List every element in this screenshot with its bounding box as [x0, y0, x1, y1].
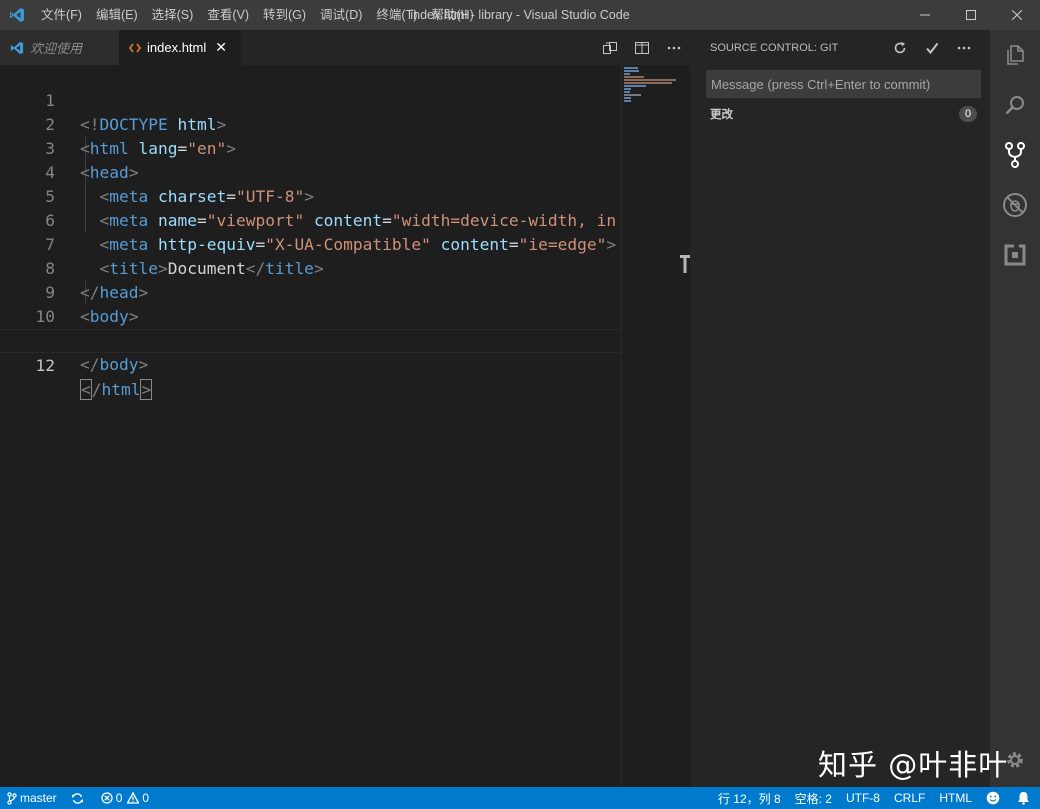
bell-icon — [1018, 792, 1029, 805]
vscode-tab-icon — [10, 41, 24, 55]
code-line: 11 </body> — [0, 305, 621, 374]
cursor-position[interactable]: 行 12，列 8 — [711, 787, 788, 809]
minimap[interactable] — [621, 65, 676, 787]
html-file-icon — [129, 43, 141, 53]
smiley-icon — [986, 791, 1000, 805]
code-line: 6 <meta http-equiv="X-UA-Compatible" con… — [0, 185, 621, 254]
sync-button[interactable] — [64, 787, 94, 809]
language-mode[interactable]: HTML — [932, 787, 979, 809]
changes-count-badge: 0 — [959, 106, 977, 122]
code-line: 4 <meta charset="UTF-8"> — [0, 137, 621, 206]
indentation[interactable]: 空格: 2 — [788, 787, 839, 809]
activity-explorer[interactable] — [990, 30, 1040, 80]
code-line: 9 <body> — [0, 257, 621, 326]
code-editor[interactable]: 1 <!DOCTYPE html> 2 <html lang="en"> 3 <… — [0, 65, 690, 787]
split-editor-button[interactable] — [626, 30, 658, 65]
close-icon — [1012, 10, 1022, 20]
source-control-icon — [1005, 142, 1025, 168]
changes-label: 更改 — [710, 109, 733, 121]
line-number: 12 — [35, 356, 56, 375]
code-line-current: 12 </html> — [0, 329, 621, 400]
menu-view[interactable]: 查看(V) — [200, 0, 256, 30]
error-icon — [101, 792, 113, 804]
window-title: index.html - library - Visual Studio Cod… — [410, 8, 630, 22]
tab-welcome[interactable]: 欢迎使用 — [0, 30, 119, 65]
ellipsis-icon — [957, 46, 971, 49]
line-content: </body> — [80, 355, 149, 374]
editor-actions — [594, 30, 690, 65]
menu-debug[interactable]: 调试(D) — [313, 0, 369, 30]
sidebar-actions — [884, 30, 980, 65]
menu-go[interactable]: 转到(G) — [256, 0, 313, 30]
minimize-icon — [920, 14, 930, 16]
title-bar: 文件(F) 编辑(E) 选择(S) 查看(V) 转到(G) 调试(D) 终端(T… — [0, 0, 1040, 30]
activity-bar — [990, 30, 1040, 787]
git-branch-icon — [7, 791, 17, 805]
commit-message-input[interactable] — [706, 70, 981, 98]
feedback-button[interactable] — [979, 787, 1010, 809]
activity-source-control[interactable] — [990, 130, 1040, 180]
more-actions-button[interactable] — [658, 30, 690, 65]
code-line: 5 <meta name="viewport" content="width=d… — [0, 161, 621, 230]
status-bar: master 0 0 行 12，列 8 空格: 2 UTF-8 CRLF HTM… — [0, 787, 1040, 809]
maximize-button[interactable] — [948, 0, 994, 30]
window-controls — [902, 0, 1040, 30]
sidebar-title: SOURCE CONTROL: GIT — [710, 41, 839, 54]
refresh-button[interactable] — [884, 30, 916, 65]
sync-icon — [71, 792, 83, 804]
open-changes-icon — [603, 41, 617, 54]
ellipsis-icon — [667, 46, 681, 49]
tab-index-html[interactable]: index.html ✕ — [119, 30, 241, 65]
open-changes-button[interactable] — [594, 30, 626, 65]
tab-label: index.html — [147, 40, 207, 55]
minimize-button[interactable] — [902, 0, 948, 30]
commit-button[interactable] — [916, 30, 948, 65]
watermark-text: 知乎 @叶非叶 — [818, 748, 1009, 782]
source-control-panel: SOURCE CONTROL: GIT 更改 0 — [690, 30, 990, 787]
tab-label: 欢迎使用 — [30, 41, 83, 56]
activity-extensions[interactable] — [990, 230, 1040, 280]
error-count: 0 — [115, 791, 123, 805]
more-actions-button[interactable] — [948, 30, 980, 65]
sidebar-header: SOURCE CONTROL: GIT — [690, 30, 990, 65]
refresh-icon — [894, 41, 906, 53]
line-content: </html> — [80, 379, 153, 400]
git-branch-item[interactable]: master — [0, 787, 64, 809]
code-line: 8 </head> — [0, 233, 621, 302]
debug-icon — [1003, 193, 1027, 217]
end-of-line[interactable]: CRLF — [887, 787, 932, 809]
menu-selection[interactable]: 选择(S) — [145, 0, 201, 30]
warning-icon — [127, 792, 140, 804]
editor-tab-bar: 欢迎使用 index.html ✕ — [0, 30, 690, 65]
encoding[interactable]: UTF-8 — [839, 787, 887, 809]
explorer-icon — [1007, 45, 1024, 65]
code-line: 1 <!DOCTYPE html> — [0, 65, 621, 134]
menu-edit[interactable]: 编辑(E) — [89, 0, 145, 30]
editor-scrollbar[interactable] — [676, 65, 690, 787]
warning-count: 0 — [142, 791, 150, 805]
close-window-button[interactable] — [994, 0, 1040, 30]
changes-group[interactable]: 更改 0 — [690, 103, 990, 125]
search-icon — [1005, 96, 1024, 115]
menu-file[interactable]: 文件(F) — [34, 0, 89, 30]
split-editor-icon — [635, 41, 649, 54]
maximize-icon — [966, 10, 976, 20]
code-line: 7 <title>Document</title> — [0, 209, 621, 278]
activity-debug[interactable] — [990, 180, 1040, 230]
code-line: 2 <html lang="en"> — [0, 89, 621, 158]
code-line: 3 <head> — [0, 113, 621, 182]
activity-search[interactable] — [990, 80, 1040, 130]
close-tab-icon[interactable]: ✕ — [215, 39, 227, 56]
extensions-icon — [1004, 244, 1026, 266]
overview-ruler-cursor — [680, 255, 690, 275]
vscode-logo-icon — [0, 0, 34, 30]
check-icon — [926, 42, 939, 54]
git-branch-label: master — [20, 791, 57, 805]
code-line: 10 <p>hello world</p> — [0, 281, 621, 350]
notifications-button[interactable] — [1010, 787, 1040, 809]
problems-item[interactable]: 0 0 — [94, 787, 156, 809]
